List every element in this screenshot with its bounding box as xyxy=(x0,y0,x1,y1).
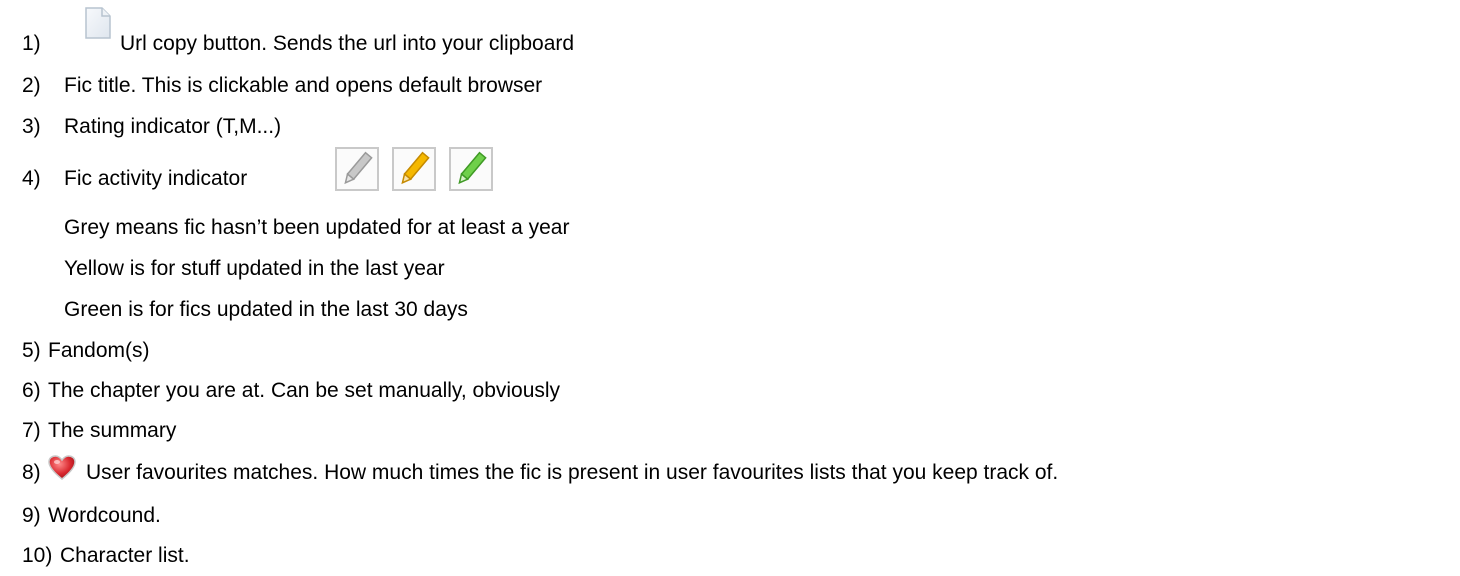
item-text: The chapter you are at. Can be set manua… xyxy=(48,379,561,402)
item-text: Url copy button. Sends the url into your… xyxy=(120,32,575,55)
item-number: 2) xyxy=(22,74,41,97)
item-text: Fic activity indicator xyxy=(64,167,248,190)
item-text: Fic title. This is clickable and opens d… xyxy=(64,74,543,97)
item-text: Yellow is for stuff updated in the last … xyxy=(64,257,445,280)
item-number: 10) xyxy=(22,544,53,567)
item-number: 6) xyxy=(22,379,41,402)
item-text: User favourites matches. How much times … xyxy=(86,461,1059,484)
item-number: 3) xyxy=(22,115,41,138)
item-number: 8) xyxy=(22,461,41,484)
document-icon xyxy=(80,4,114,50)
heart-icon xyxy=(48,455,76,487)
grey-pencil-icon xyxy=(333,145,381,199)
yellow-pencil-icon xyxy=(390,145,438,199)
item-number: 4) xyxy=(22,167,41,190)
item-text: Fandom(s) xyxy=(48,339,150,362)
green-pencil-icon xyxy=(447,145,495,199)
item-text: Character list. xyxy=(60,544,190,567)
item-number: 5) xyxy=(22,339,41,362)
item-text: Rating indicator (T,M...) xyxy=(64,115,282,138)
item-text: Wordcound. xyxy=(48,504,161,527)
item-number: 1) xyxy=(22,32,41,55)
item-text: The summary xyxy=(48,419,177,442)
item-text: Green is for fics updated in the last 30… xyxy=(64,298,468,321)
item-number: 9) xyxy=(22,504,41,527)
item-number: 7) xyxy=(22,419,41,442)
item-text: Grey means fic hasn’t been updated for a… xyxy=(64,216,570,239)
